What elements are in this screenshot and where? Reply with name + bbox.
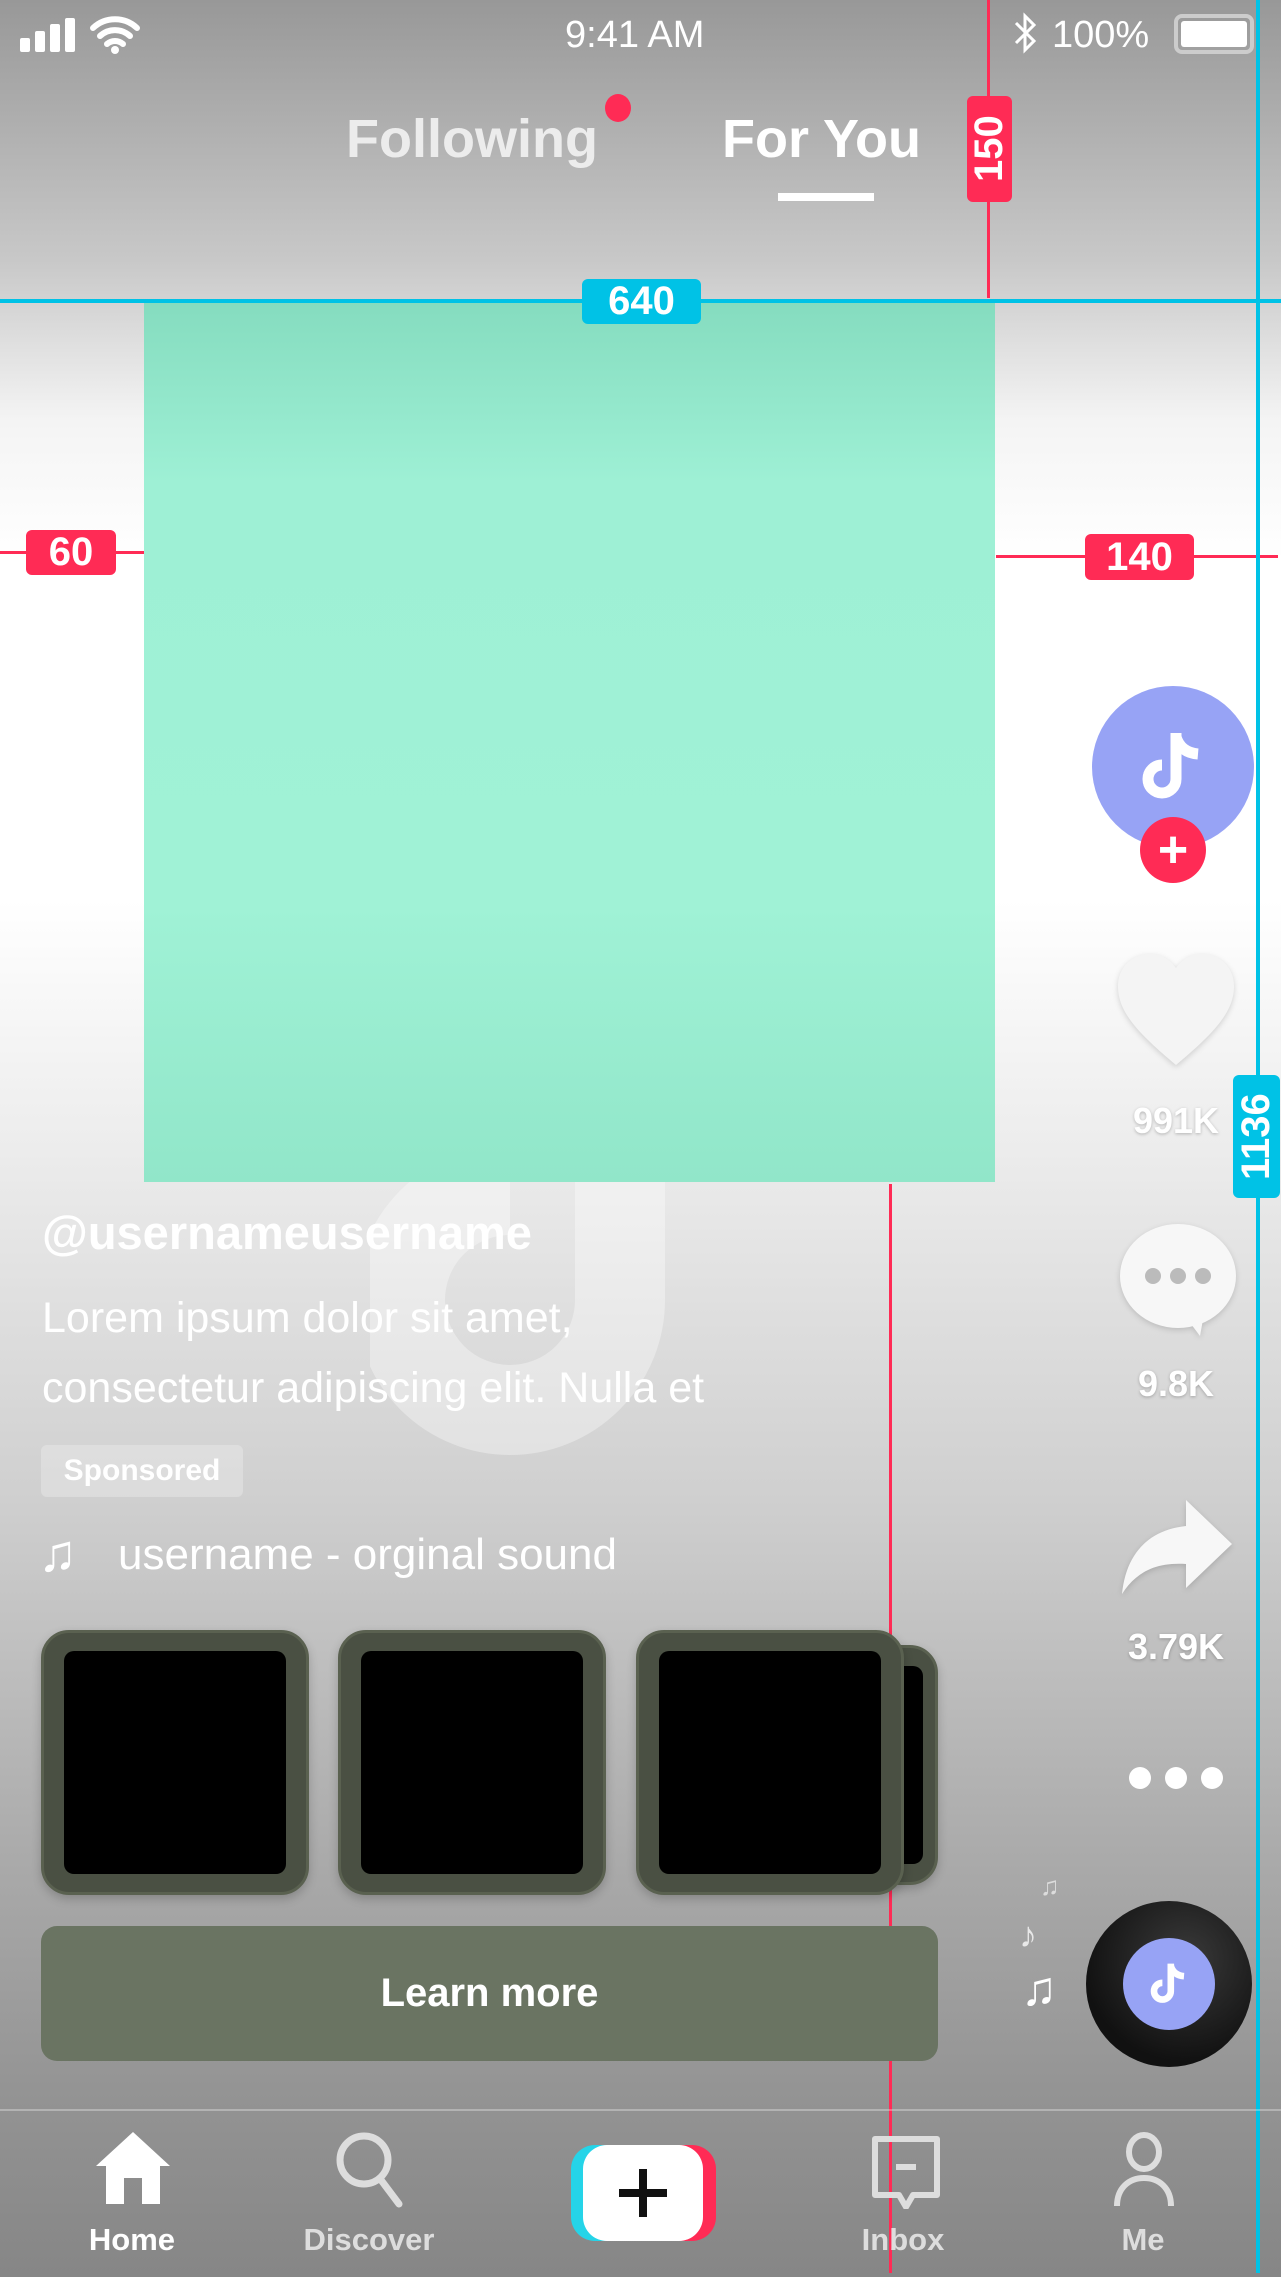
discover-search-icon[interactable] [334, 2130, 406, 2208]
product-card[interactable] [636, 1630, 904, 1895]
home-icon[interactable] [94, 2132, 172, 2204]
nav-inbox-label[interactable]: Inbox [803, 2222, 1003, 2258]
post-description-line: consectetur adipiscing elit. Nulla et [42, 1364, 705, 1412]
sponsored-badge: Sponsored [41, 1445, 243, 1497]
post-username[interactable]: @usernameusername [42, 1205, 532, 1260]
create-plus-button[interactable] [571, 2145, 716, 2241]
nav-discover-label[interactable]: Discover [269, 2222, 469, 2258]
product-card[interactable] [41, 1630, 309, 1895]
plus-icon [619, 2169, 667, 2217]
music-note-icon: ♫ [38, 1525, 77, 1583]
share-icon[interactable] [1120, 1500, 1234, 1594]
comment-icon[interactable] [1118, 1220, 1238, 1338]
active-tab-underline [778, 193, 874, 201]
sound-name[interactable]: username - orginal sound [118, 1530, 617, 1580]
width-dimension-label: 640 [582, 279, 701, 324]
music-disc[interactable] [1086, 1901, 1252, 2067]
notification-dot [605, 94, 631, 122]
video-area[interactable] [144, 302, 995, 1182]
follow-plus-button[interactable]: + [1140, 817, 1206, 883]
status-time: 9:41 AM [565, 14, 705, 56]
nav-home-label[interactable]: Home [32, 2222, 232, 2258]
tiktok-logo-icon [1142, 733, 1199, 799]
svg-text:♪: ♪ [1019, 1914, 1037, 1955]
right-margin-label: 140 [1085, 534, 1194, 580]
learn-more-button[interactable]: Learn more [41, 1926, 938, 2061]
product-card[interactable] [338, 1630, 606, 1895]
svg-text:♫: ♫ [1021, 1963, 1057, 2015]
nav-me-label[interactable]: Me [1043, 2222, 1243, 2258]
music-notes-icon: ♫♪♫ [1019, 1875, 1060, 2015]
bluetooth-icon [1014, 12, 1037, 54]
more-options-icon[interactable] [1126, 1764, 1226, 1792]
left-margin-label: 60 [26, 530, 116, 575]
svg-text:♫: ♫ [1040, 1875, 1060, 1901]
signal-icon [20, 18, 75, 52]
tab-following[interactable]: Following [346, 108, 598, 170]
share-count: 3.79K [1127, 1626, 1225, 1667]
post-description-line: Lorem ipsum dolor sit amet, [42, 1294, 573, 1342]
heart-icon[interactable] [1114, 950, 1238, 1070]
comment-count: 9.8K [1137, 1363, 1215, 1404]
tab-for-you[interactable]: For You [722, 108, 921, 170]
battery-icon [1174, 14, 1254, 54]
battery-percent: 100% [1052, 14, 1150, 56]
wifi-icon [90, 16, 140, 54]
inbox-icon[interactable] [871, 2135, 941, 2209]
tiktok-logo-icon [1150, 1963, 1185, 2003]
profile-me-icon[interactable] [1113, 2132, 1175, 2208]
like-count: 991K [1132, 1100, 1220, 1141]
top-offset-label: 150 [967, 96, 1012, 202]
tab-bar-divider [0, 2109, 1281, 2111]
